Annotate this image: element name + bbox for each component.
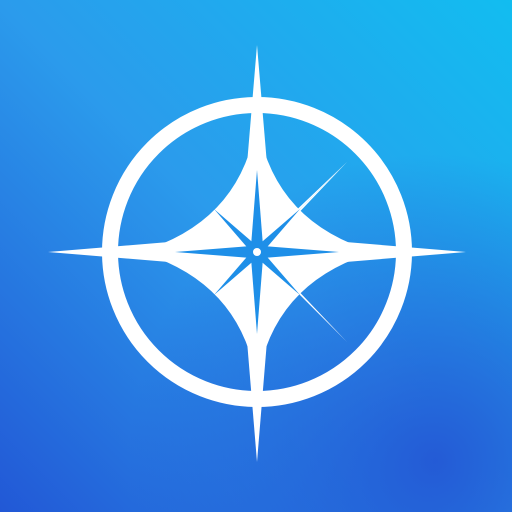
compass-rose-icon: [0, 0, 512, 512]
app-icon: [0, 0, 512, 512]
compass-center-dot: [253, 248, 261, 256]
